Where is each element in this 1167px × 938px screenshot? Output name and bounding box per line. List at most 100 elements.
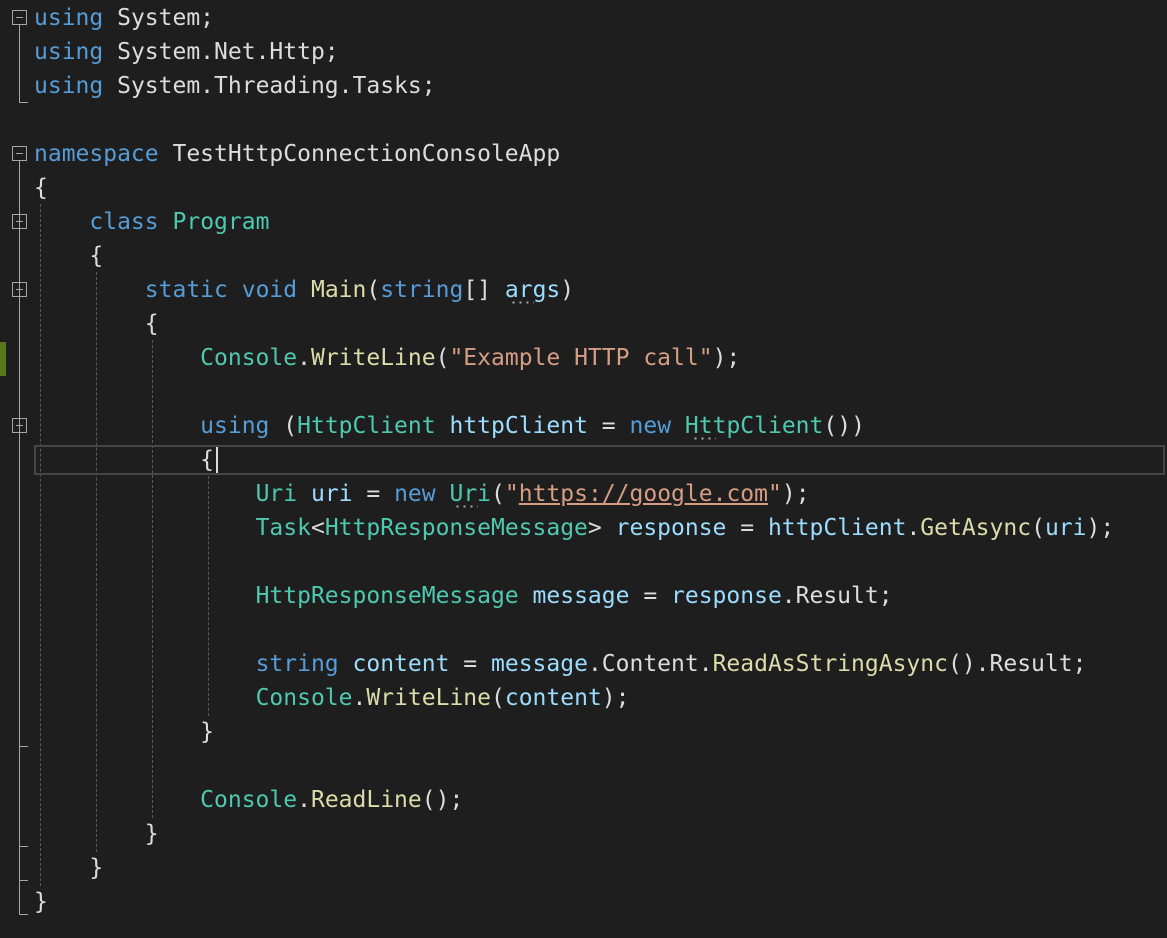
outlining-margin [0,0,34,938]
code-token: { [34,447,215,473]
code-line[interactable]: } [34,715,214,749]
code-token: .Result; [781,583,893,609]
code-token: ReadLine [310,787,422,813]
code-line[interactable]: Task<HttpResponseMessage> response = htt… [34,511,1115,545]
code-line[interactable]: using (HttpClient httpClient = new HttpC… [34,409,865,443]
collapse-icon[interactable] [12,418,27,433]
code-line[interactable]: { [34,239,103,273]
code-line[interactable]: string content = message.Content.ReadAsS… [34,647,1087,681]
fold-end-using-block [19,746,28,747]
code-token: Console [200,787,298,813]
fold-end-method [19,846,28,847]
code-token: ().Result; [947,651,1087,677]
code-token: = [449,651,491,677]
collapse-icon[interactable] [12,282,27,297]
code-token: response [615,515,727,541]
code-token: class [89,209,159,235]
code-token: Task [255,515,311,541]
code-line[interactable]: { [34,171,48,205]
code-line[interactable]: Uri uri = new Uri("https://google.com"); [34,477,810,511]
code-token: new [629,413,672,439]
code-token: using [34,39,104,65]
code-token: System; [103,5,215,31]
code-token: HttpClient [684,413,824,439]
code-token: using [34,5,104,31]
code-token: [] [463,277,505,303]
collapse-icon[interactable] [12,214,27,229]
fold-end-usings [19,102,28,103]
code-line[interactable]: Console.WriteLine(content); [34,681,630,715]
code-token: "Example HTTP call" [449,345,713,371]
code-line[interactable]: { [34,307,159,341]
code-line[interactable]: } [34,817,159,851]
code-token: void [241,277,298,303]
code-token: ); [712,345,741,371]
code-token: (); [421,787,464,813]
code-line[interactable]: } [34,885,48,919]
code-token: TestHttpConnectionConsoleApp [158,141,561,167]
fold-end-class [19,880,28,881]
url-link[interactable]: https://google.com [519,481,768,507]
code-token: HttpClient [297,413,436,439]
code-line[interactable]: using System; [34,1,214,35]
code-token: namespace [34,141,159,167]
code-token: uri [310,481,353,507]
code-token: string [255,651,339,677]
code-editor[interactable]: using System; using System.Net.Http; using… [0,0,1167,938]
code-token: httpClient [767,515,907,541]
code-token: uri [1044,515,1087,541]
code-token: ) [560,277,575,303]
code-token: ()) [823,413,865,439]
code-token: using [200,413,270,439]
collapse-icon[interactable] [12,146,27,161]
code-token: ( [1031,515,1045,541]
code-token: ); [601,685,630,711]
code-token: } [34,719,215,745]
code-token: = [629,583,672,609]
code-token: { [34,243,104,269]
code-line[interactable]: class Program [34,205,269,239]
code-line[interactable]: namespace TestHttpConnectionConsoleApp [34,137,560,171]
fold-end-namespace [19,914,28,915]
code-token: { [34,175,48,201]
code-token: " [767,481,782,507]
code-token: args [504,277,561,303]
code-token: = [587,413,630,439]
code-token: ( [490,685,505,711]
code-line[interactable]: { [34,443,214,477]
code-line[interactable]: using System.Net.Http; [34,35,339,69]
code-token: . [297,787,311,813]
code-line[interactable]: HttpResponseMessage message = response.R… [34,579,893,613]
collapse-icon[interactable] [12,10,27,25]
code-line[interactable]: static void Main(string[] args) [34,273,574,307]
code-token: using [34,73,104,99]
code-token: content [352,651,450,677]
code-token: ); [781,481,810,507]
code-line[interactable]: using System.Threading.Tasks; [34,69,436,103]
code-token: response [671,583,782,609]
code-line[interactable]: Console.WriteLine("Example HTTP call"); [34,341,740,375]
code-token: . [297,345,311,371]
code-token: Program [172,209,270,235]
code-line[interactable]: Console.ReadLine(); [34,783,463,817]
code-token: WriteLine [366,685,491,711]
code-line[interactable]: } [34,851,103,885]
code-token: } [34,855,104,881]
code-token: new [394,481,436,507]
code-token: Console [255,685,353,711]
code-token: ( [269,413,298,439]
code-token: Console [200,345,298,371]
code-token: . [352,685,367,711]
